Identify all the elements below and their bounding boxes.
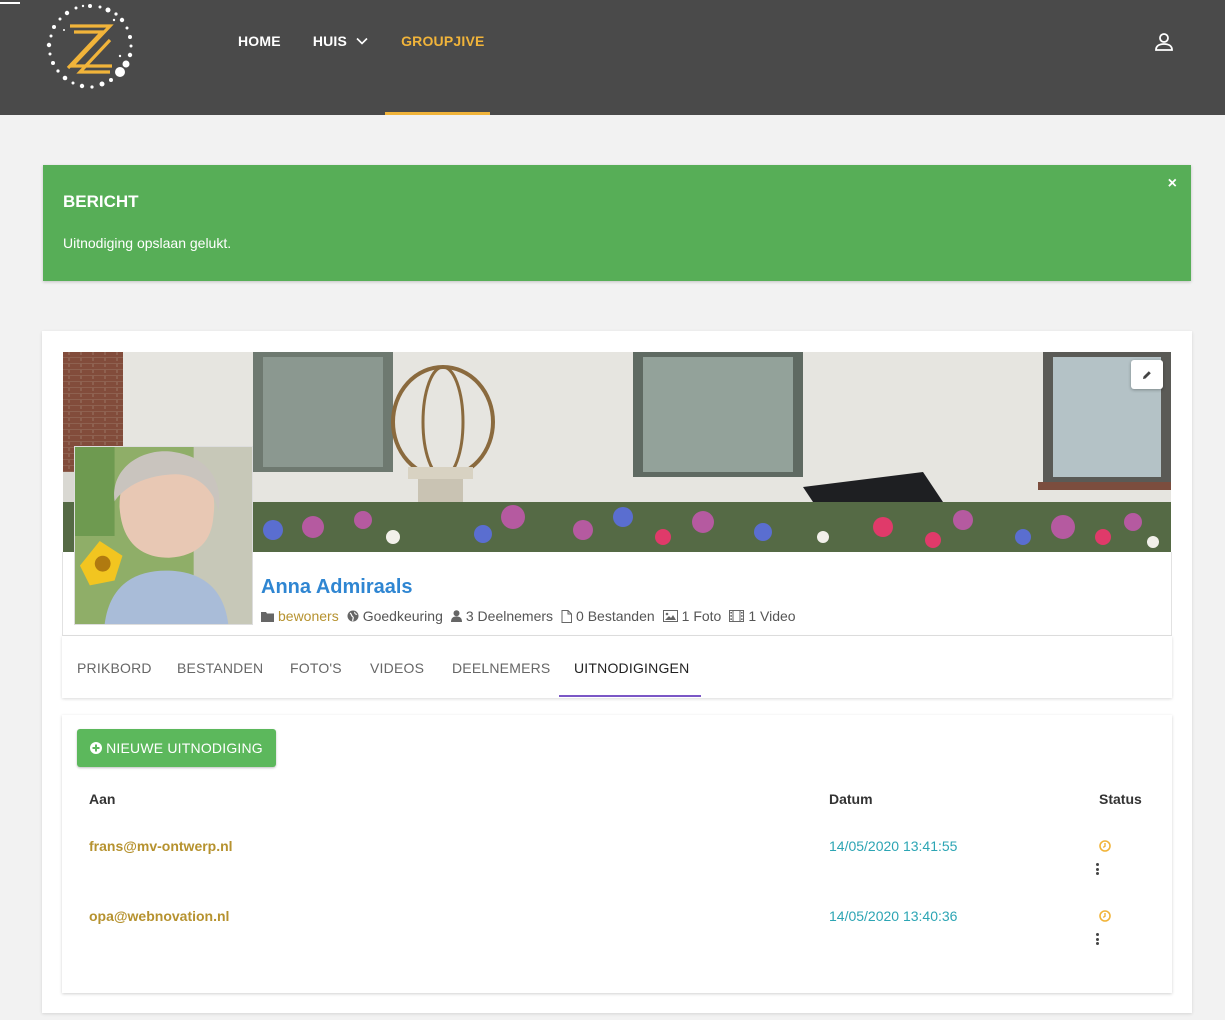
nav-huis-label: HUIS <box>312 33 348 49</box>
column-header-status: Status <box>1099 791 1142 807</box>
plus-circle-icon <box>90 742 103 754</box>
menu-toggle-line[interactable] <box>0 2 20 4</box>
edit-cover-button[interactable] <box>1131 360 1163 389</box>
tab-fotos[interactable]: FOTO'S <box>290 660 342 676</box>
nav-groupjive[interactable]: GROUPJIVE <box>401 33 485 49</box>
column-header-date: Datum <box>829 791 873 807</box>
nav-home[interactable]: HOME <box>238 33 281 49</box>
meta-approval: Goedkeuring <box>347 608 443 624</box>
clock-icon <box>1099 840 1111 852</box>
site-logo[interactable] <box>40 0 140 92</box>
row-actions-icon[interactable] <box>1094 862 1100 876</box>
tab-bestanden[interactable]: BESTANDEN <box>177 660 263 676</box>
clock-icon <box>1099 910 1111 922</box>
folder-icon <box>261 611 274 622</box>
tab-videos[interactable]: VIDEOS <box>370 660 424 676</box>
files-count: 0 Bestanden <box>576 608 655 624</box>
top-navbar <box>0 0 1225 115</box>
nav-home-label: HOME <box>238 33 281 49</box>
image-icon <box>662 610 678 622</box>
alert-close-button[interactable]: × <box>1168 175 1177 193</box>
nav-active-underline <box>385 112 490 115</box>
user-icon[interactable] <box>1153 31 1175 53</box>
tab-prikbord[interactable]: PRIKBORD <box>77 660 152 676</box>
meta-category: bewoners <box>261 608 339 624</box>
members-count: 3 Deelnemers <box>465 608 554 624</box>
videos-count: 1 Video <box>748 608 796 624</box>
tab-uitnodigingen[interactable]: UITNODIGINGEN <box>574 660 689 676</box>
profile-meta: bewoners Goedkeuring 3 Deelnemers 0 Best… <box>261 608 804 624</box>
row-actions-icon[interactable] <box>1094 932 1100 946</box>
main-nav: HOME HUIS GROUPJIVE <box>238 33 517 49</box>
globe-icon <box>347 610 359 622</box>
invitation-email[interactable]: opa@webnovation.nl <box>89 908 229 924</box>
success-alert: BERICHT Uitnodiging opslaan gelukt. × <box>43 165 1191 281</box>
profile-name[interactable]: Anna Admiraals <box>261 576 413 599</box>
column-header-to: Aan <box>89 791 116 807</box>
photos-count: 1 Foto <box>681 608 722 624</box>
meta-members: 3 Deelnemers <box>450 608 554 624</box>
chevron-down-icon <box>356 37 368 45</box>
profile-avatar[interactable] <box>74 446 253 625</box>
new-invitation-label: NIEUWE UITNODIGING <box>106 740 263 756</box>
file-icon <box>561 609 573 623</box>
meta-videos: 1 Video <box>729 608 796 624</box>
meta-files: 0 Bestanden <box>561 608 655 624</box>
user-icon <box>450 610 462 622</box>
nav-groupjive-label: GROUPJIVE <box>401 33 485 49</box>
invitation-date: 14/05/2020 13:41:55 <box>829 838 958 854</box>
pencil-icon <box>1143 370 1151 379</box>
group-tabs: PRIKBORD BESTANDEN FOTO'S VIDEOS DEELNEM… <box>62 636 1172 698</box>
tab-deelnemers[interactable]: DEELNEMERS <box>452 660 550 676</box>
invitation-email[interactable]: frans@mv-ontwerp.nl <box>89 838 233 854</box>
category-link[interactable]: bewoners <box>278 608 339 624</box>
alert-title: BERICHT <box>63 192 139 211</box>
film-icon <box>729 610 745 622</box>
alert-message: Uitnodiging opslaan gelukt. <box>63 235 232 251</box>
invitation-date: 14/05/2020 13:40:36 <box>829 908 958 924</box>
nav-huis[interactable]: HUIS <box>313 33 369 49</box>
approval-text: Goedkeuring <box>362 608 443 624</box>
active-tab-underline <box>559 695 701 697</box>
new-invitation-button[interactable]: NIEUWE UITNODIGING <box>77 729 276 767</box>
meta-photos: 1 Foto <box>662 608 722 624</box>
